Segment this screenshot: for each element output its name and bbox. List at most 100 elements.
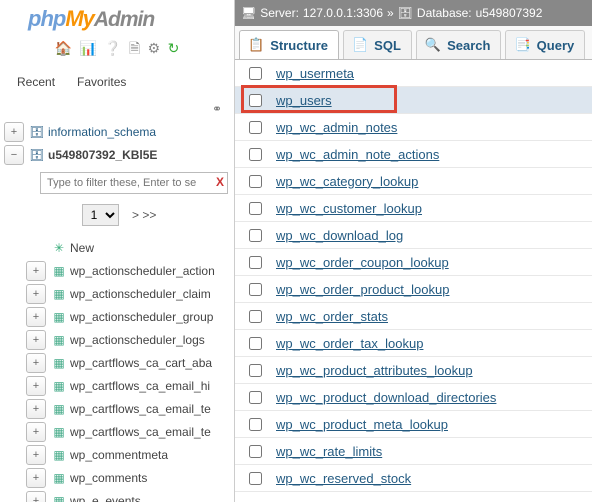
refresh-icon[interactable]: ↻ — [168, 40, 180, 57]
tree-table[interactable]: ▦wp_actionscheduler_group — [26, 305, 234, 328]
table-row[interactable]: wp_wc_category_lookup — [235, 168, 592, 195]
expand-icon[interactable] — [26, 399, 46, 419]
db-link[interactable]: u549807392 — [476, 6, 543, 20]
table-list: wp_usermeta wp_users wp_wc_admin_notes wp_w… — [235, 60, 592, 492]
expand-icon[interactable] — [26, 445, 46, 465]
tree-table[interactable]: ▦wp_actionscheduler_action — [26, 259, 234, 282]
table-icon: ▦ — [51, 471, 67, 485]
table-link[interactable]: wp_wc_download_log — [276, 228, 403, 243]
server-link[interactable]: 127.0.0.1:3306 — [303, 6, 383, 20]
table-row[interactable]: wp_users — [235, 87, 592, 114]
table-row[interactable]: wp_wc_reserved_stock — [235, 465, 592, 492]
row-checkbox[interactable] — [249, 337, 262, 350]
tree-new[interactable]: ✳ New — [26, 236, 234, 259]
row-checkbox[interactable] — [249, 148, 262, 161]
tree-table[interactable]: ▦wp_comments — [26, 466, 234, 489]
table-row[interactable]: wp_wc_order_coupon_lookup — [235, 249, 592, 276]
expand-icon[interactable] — [26, 261, 46, 281]
table-row[interactable]: wp_wc_download_log — [235, 222, 592, 249]
tree-table[interactable]: ▦wp_actionscheduler_claim — [26, 282, 234, 305]
table-link[interactable]: wp_wc_category_lookup — [276, 174, 418, 189]
tab-label: Search — [447, 38, 490, 53]
tree-current-db[interactable]: 🗄 u549807392_KBl5E — [4, 143, 234, 166]
page-select[interactable]: 1 — [82, 204, 119, 226]
table-link[interactable]: wp_wc_rate_limits — [276, 444, 382, 459]
row-checkbox[interactable] — [249, 229, 262, 242]
expand-icon[interactable] — [26, 491, 46, 502]
table-link[interactable]: wp_wc_order_coupon_lookup — [276, 255, 449, 270]
table-row[interactable]: wp_wc_customer_lookup — [235, 195, 592, 222]
expand-icon[interactable] — [26, 376, 46, 396]
expand-icon[interactable] — [26, 330, 46, 350]
row-checkbox[interactable] — [249, 121, 262, 134]
chart-icon[interactable]: 📊 — [79, 40, 96, 57]
expand-icon[interactable] — [4, 122, 24, 142]
sidebar: phpMyAdmin 🏠 📊 ❔ 🗎 ⚙ ↻ Recent Favorites … — [0, 0, 235, 502]
table-link[interactable]: wp_usermeta — [276, 66, 354, 81]
filter-input[interactable] — [40, 172, 228, 194]
table-link[interactable]: wp_wc_product_attributes_lookup — [276, 363, 473, 378]
tab-structure[interactable]: 📋Structure — [239, 30, 339, 59]
tree-table[interactable]: ▦wp_cartflows_ca_cart_aba — [26, 351, 234, 374]
table-link[interactable]: wp_wc_product_meta_lookup — [276, 417, 448, 432]
tab-search[interactable]: 🔍Search — [416, 30, 502, 59]
table-row[interactable]: wp_usermeta — [235, 60, 592, 87]
table-row[interactable]: wp_wc_admin_note_actions — [235, 141, 592, 168]
tree-table[interactable]: ▦wp_cartflows_ca_email_te — [26, 420, 234, 443]
table-row[interactable]: wp_wc_order_tax_lookup — [235, 330, 592, 357]
tree-label: New — [70, 241, 94, 255]
row-checkbox[interactable] — [249, 202, 262, 215]
tab-query[interactable]: 📑Query — [505, 30, 585, 59]
table-row[interactable]: wp_wc_product_attributes_lookup — [235, 357, 592, 384]
tree-table[interactable]: ▦wp_cartflows_ca_email_hi — [26, 374, 234, 397]
clear-filter-icon[interactable]: X — [216, 175, 224, 189]
row-checkbox[interactable] — [249, 256, 262, 269]
row-checkbox[interactable] — [249, 472, 262, 485]
table-row[interactable]: wp_wc_admin_notes — [235, 114, 592, 141]
table-link[interactable]: wp_wc_customer_lookup — [276, 201, 422, 216]
table-row[interactable]: wp_wc_product_meta_lookup — [235, 411, 592, 438]
tree-table[interactable]: ▦wp_actionscheduler_logs — [26, 328, 234, 351]
gear-icon[interactable]: ⚙ — [148, 40, 161, 57]
tab-sql[interactable]: 📄SQL — [343, 30, 412, 59]
expand-icon[interactable] — [26, 422, 46, 442]
table-row[interactable]: wp_wc_order_stats — [235, 303, 592, 330]
table-link[interactable]: wp_wc_order_tax_lookup — [276, 336, 423, 351]
row-checkbox[interactable] — [249, 418, 262, 431]
row-checkbox[interactable] — [249, 94, 262, 107]
tree-table[interactable]: ▦wp_commentmeta — [26, 443, 234, 466]
row-checkbox[interactable] — [249, 364, 262, 377]
row-checkbox[interactable] — [249, 391, 262, 404]
tree-table[interactable]: ▦wp_e_events — [26, 489, 234, 502]
table-link[interactable]: wp_wc_product_download_directories — [276, 390, 496, 405]
table-link[interactable]: wp_wc_order_product_lookup — [276, 282, 449, 297]
table-link[interactable]: wp_wc_admin_notes — [276, 120, 397, 135]
tree-table[interactable]: ▦wp_cartflows_ca_email_te — [26, 397, 234, 420]
table-link[interactable]: wp_wc_admin_note_actions — [276, 147, 439, 162]
row-checkbox[interactable] — [249, 67, 262, 80]
row-checkbox[interactable] — [249, 445, 262, 458]
row-checkbox[interactable] — [249, 175, 262, 188]
table-row[interactable]: wp_wc_rate_limits — [235, 438, 592, 465]
expand-icon[interactable] — [26, 468, 46, 488]
table-row[interactable]: wp_wc_order_product_lookup — [235, 276, 592, 303]
collapse-icon[interactable] — [4, 145, 24, 165]
pager-next[interactable]: > >> — [132, 208, 156, 222]
sql-icon[interactable]: 🗎 — [129, 38, 140, 62]
expand-icon[interactable] — [26, 307, 46, 327]
expand-icon[interactable] — [26, 353, 46, 373]
tree-label: wp_cartflows_ca_email_te — [70, 425, 211, 439]
table-row[interactable]: wp_wc_product_download_directories — [235, 384, 592, 411]
connection-icon[interactable]: ⚭ — [0, 98, 234, 120]
tab-recent[interactable]: Recent — [8, 70, 64, 94]
table-link[interactable]: wp_wc_order_stats — [276, 309, 388, 324]
tab-favorites[interactable]: Favorites — [68, 70, 135, 94]
expand-icon[interactable] — [26, 284, 46, 304]
row-checkbox[interactable] — [249, 310, 262, 323]
home-icon[interactable]: 🏠 — [55, 40, 72, 57]
row-checkbox[interactable] — [249, 283, 262, 296]
tree-information-schema[interactable]: 🗄 information_schema — [4, 120, 234, 143]
table-link[interactable]: wp_users — [276, 93, 332, 108]
table-link[interactable]: wp_wc_reserved_stock — [276, 471, 411, 486]
help-icon[interactable]: ❔ — [104, 40, 121, 57]
